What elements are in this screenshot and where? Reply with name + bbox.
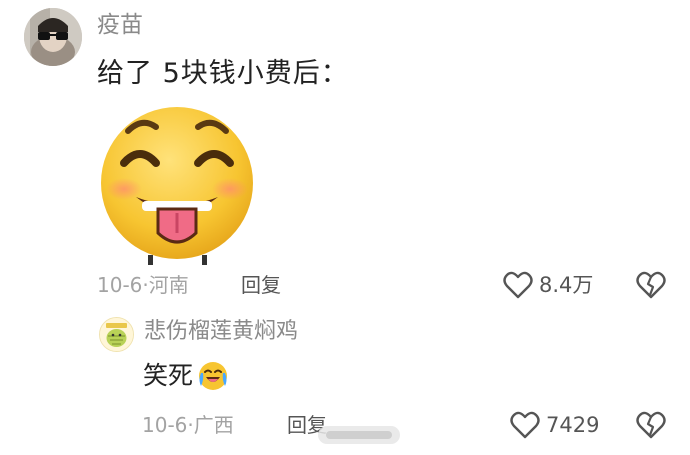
heart-outline-icon [503,271,533,299]
like-count: 8.4万 [539,273,594,297]
reply-like-button[interactable]: 7429 [510,410,599,440]
comment-date: 10-6 [97,273,143,297]
broken-heart-icon [636,271,666,299]
reply-text-row: 笑死 [143,356,229,396]
reply-avatar[interactable] [99,317,134,352]
reply-location: 广西 [193,413,234,437]
avatar-image [100,318,133,351]
reply-text: 笑死 [143,361,194,390]
reply-like-count: 7429 [546,413,600,437]
avatar[interactable] [24,8,82,66]
comment-username[interactable]: 疫苗 [97,8,143,42]
watermark [318,422,400,448]
reply-button[interactable]: 回复 [241,270,281,300]
tongue-out-emoji-sticker[interactable] [98,105,256,265]
reply-date: 10-6 [142,413,188,437]
reply-dislike-button[interactable] [636,411,666,443]
avatar-image [24,8,82,66]
reply-date-location: 10-6·广西 [142,410,234,440]
dislike-button[interactable] [636,271,666,303]
comment-text: 给了 5块钱小费后： [97,58,349,89]
laughing-crying-emoji-icon [199,362,228,390]
broken-heart-icon [636,411,666,439]
reply-username[interactable]: 悲伤榴莲黄焖鸡 [144,316,298,348]
heart-outline-icon [510,411,540,439]
comment-location: 河南 [148,273,189,297]
comment-date-location: 10-6·河南 [97,270,189,300]
like-button[interactable]: 8.4万 [503,270,593,300]
